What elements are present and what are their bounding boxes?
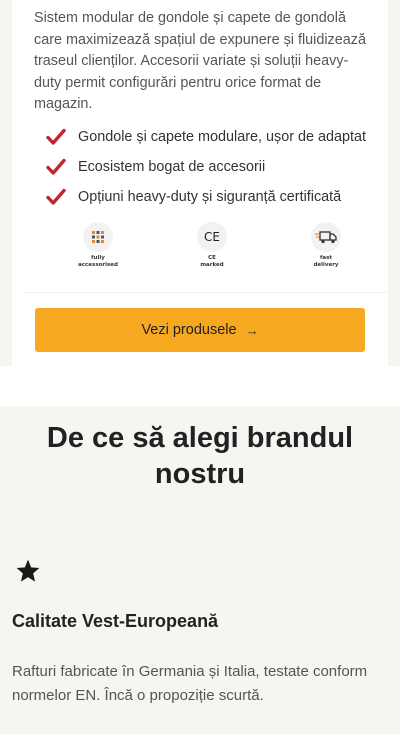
badge-label: delivery: [313, 261, 339, 268]
feature-label: Gondole și capete modulare, ușor de adap…: [78, 129, 367, 145]
section-title: De ce să alegi brandul nostru: [46, 422, 354, 490]
badge-row: fully accessorised CE CE marked fast del…: [70, 222, 370, 274]
feature-label: Ecosistem bogat de accesorii: [78, 159, 266, 175]
ce-mark-icon: CE: [197, 222, 227, 252]
product-description: Sistem modular de gondole și capete de g…: [34, 10, 366, 112]
view-products-button[interactable]: Vezi produsele →: [35, 308, 365, 352]
feature-list: Gondole și capete modulare, ușor de adap…: [46, 122, 386, 212]
quality-description: Rafturi fabricate în Germania și Italia,…: [12, 663, 368, 704]
arrow-right-icon: →: [245, 322, 259, 338]
star-icon: [16, 559, 40, 582]
accessories-grid-icon: [83, 222, 113, 252]
check-icon: [46, 128, 66, 145]
check-icon: [46, 188, 66, 205]
check-icon: [46, 158, 66, 175]
badge-label: accessorised: [78, 261, 118, 268]
feature-item: Opțiuni heavy-duty și siguranță certific…: [46, 182, 386, 212]
feature-item: Gondole și capete modulare, ușor de adap…: [46, 122, 386, 152]
badge-fast-delivery: fast delivery: [298, 222, 354, 268]
feature-label: Opțiuni heavy-duty și siguranță certific…: [78, 189, 342, 205]
badge-fully-accessorised: fully accessorised: [70, 222, 126, 268]
button-label: Vezi produsele: [141, 322, 237, 338]
feature-item: Ecosistem bogat de accesorii: [46, 152, 386, 182]
card-divider: [24, 292, 388, 293]
badge-label: marked: [200, 261, 224, 268]
badge-ce-marked: CE CE marked: [184, 222, 240, 268]
section-separator: [0, 366, 400, 406]
quality-title: Calitate Vest-Europeană: [12, 611, 219, 631]
delivery-truck-icon: [311, 222, 341, 252]
